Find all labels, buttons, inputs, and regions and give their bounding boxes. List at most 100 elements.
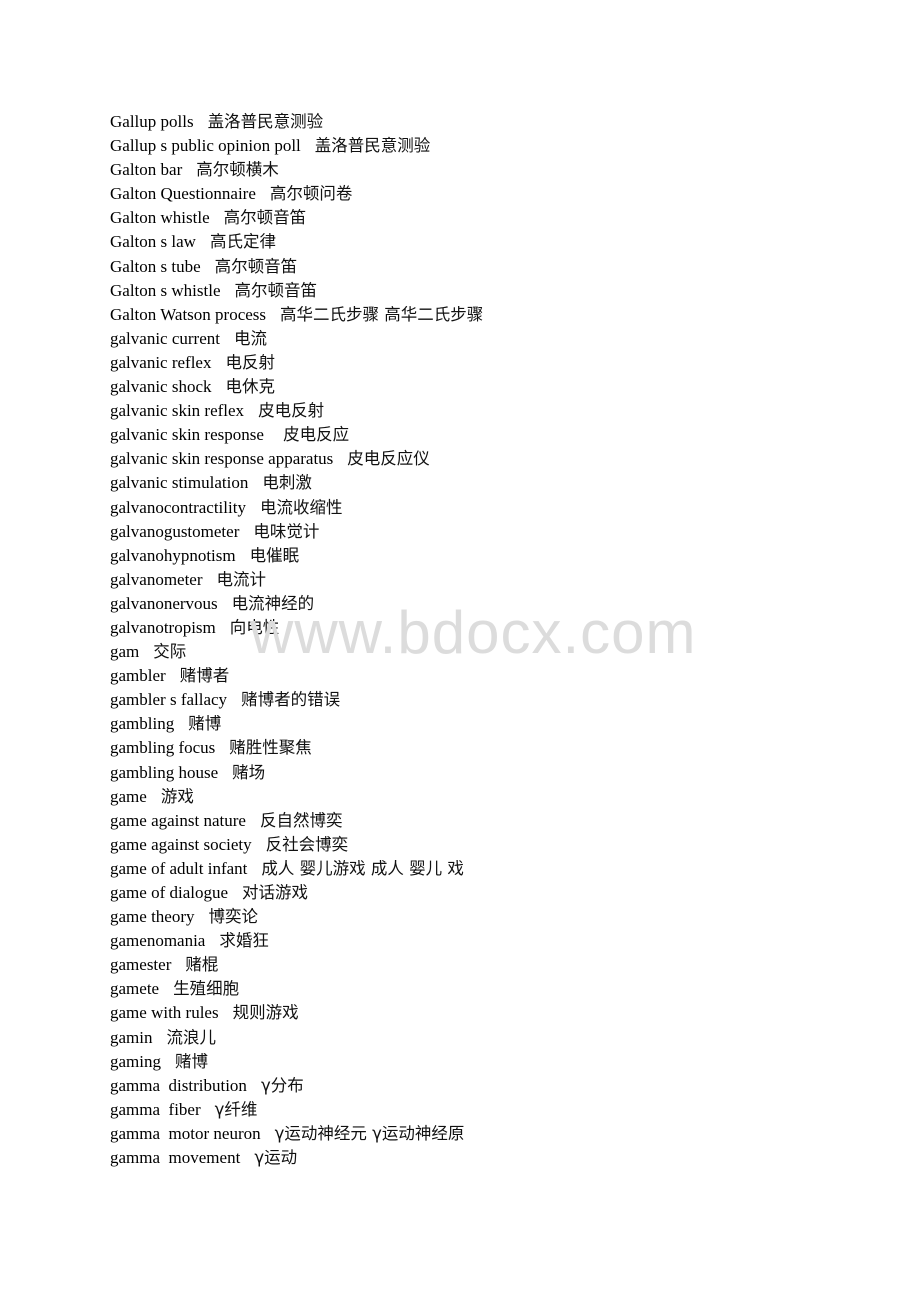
entry-translation: 赌博者的错误	[241, 690, 341, 710]
document-page: Gallup polls 盖洛普民意测验 Gallup s public opini…	[0, 0, 920, 1302]
entry-translation: 高华二氏步骤 高华二氏步骤	[280, 304, 484, 324]
entry-translation: 电刺激	[262, 473, 312, 493]
glossary-entry: galvanometer 电流计	[110, 568, 483, 592]
glossary-entry: game with rules 规则游戏	[110, 1001, 483, 1025]
glossary-entry: gamete 生殖细胞	[110, 977, 483, 1001]
entry-translation: 高尔顿横木	[196, 160, 279, 180]
entry-term: galvanohypnotism	[110, 545, 236, 565]
entry-translation: 向电性	[229, 617, 280, 637]
glossary-entry: game against nature 反自然博奕	[110, 809, 483, 833]
entry-translation: 高尔顿音笛	[214, 256, 298, 276]
entry-term: galvanometer	[110, 569, 203, 589]
entry-translation: 皮电反射	[258, 401, 325, 421]
entry-term: Galton whistle	[110, 208, 210, 228]
entry-translation: 电休克	[225, 377, 276, 397]
glossary-list: Gallup polls 盖洛普民意测验 Gallup s public opini…	[110, 110, 483, 1170]
glossary-entry: game 游戏	[110, 785, 483, 809]
glossary-entry: galvanic skin response 皮电反应	[110, 423, 483, 447]
entry-term: Galton bar	[110, 160, 183, 180]
entry-term: galvanic skin response	[110, 425, 264, 445]
entry-translation: 电流	[233, 328, 267, 348]
entry-translation: 求婚狂	[219, 931, 269, 951]
glossary-entry: galvanocontractility 电流收缩性	[110, 496, 483, 520]
entry-term: Galton Watson process	[110, 304, 267, 324]
entry-translation: 电流收缩性	[259, 497, 343, 517]
glossary-entry: gamenomania 求婚狂	[110, 929, 483, 953]
entry-translation: 生殖细胞	[173, 979, 240, 999]
entry-translation: 高尔顿音笛	[234, 280, 318, 300]
glossary-entry: Galton s whistle 高尔顿音笛	[110, 279, 483, 303]
glossary-entry: game theory 博奕论	[110, 905, 483, 929]
glossary-entry: galvanonervous 电流神经的	[110, 592, 483, 616]
entry-term: gambler s fallacy	[110, 690, 228, 710]
glossary-entry: Galton s tube 高尔顿音笛	[110, 255, 483, 279]
entry-translation: 博奕论	[208, 907, 259, 927]
entry-translation: 赌博	[188, 714, 222, 734]
glossary-entry: gamin 流浪儿	[110, 1026, 483, 1050]
glossary-entry: galvanic reflex 电反射	[110, 351, 483, 375]
glossary-entry: gambling house 赌场	[110, 761, 483, 785]
entry-translation: 电反射	[225, 352, 275, 372]
entry-term: gambling house	[110, 762, 219, 782]
entry-term: gamete	[110, 979, 160, 999]
entry-term: galvanic skin response apparatus	[110, 449, 334, 469]
entry-term: Gallup polls	[110, 112, 194, 131]
glossary-entry: Galton Questionnaire 高尔顿问卷	[110, 182, 483, 206]
entry-term: gamma motor neuron	[110, 1123, 261, 1143]
entry-term: Galton Questionnaire	[110, 184, 256, 204]
entry-term: galvanonervous	[110, 593, 218, 613]
entry-term: game against nature	[110, 810, 246, 830]
entry-term: Gallup s public opinion poll	[110, 136, 301, 156]
glossary-entry: galvanotropism 向电性	[110, 616, 483, 640]
entry-term: gamenomania	[110, 931, 206, 951]
glossary-entry: gamma movement γ运动	[110, 1146, 483, 1170]
entry-term: game of dialogue	[110, 883, 229, 902]
glossary-entry: Galton whistle 高尔顿音笛	[110, 206, 483, 230]
entry-translation: 盖洛普民意测验	[207, 112, 324, 131]
entry-term: galvanic current	[110, 328, 220, 348]
entry-term: gamma distribution	[110, 1075, 247, 1095]
glossary-entry: gaming 赌博	[110, 1050, 483, 1074]
glossary-entry: game of dialogue 对话游戏	[110, 881, 483, 905]
entry-translation: 规则游戏	[232, 1003, 299, 1023]
glossary-entry: gambler s fallacy 赌博者的错误	[110, 688, 483, 712]
entry-translation: 电流神经的	[231, 593, 315, 613]
entry-translation: 反自然博奕	[259, 810, 343, 830]
glossary-entry: gamma fiber γ纤维	[110, 1098, 483, 1122]
entry-translation: γ分布	[260, 1075, 304, 1095]
glossary-entry: game of adult infant 成人 婴儿游戏 成人 婴儿 戏	[110, 857, 483, 881]
entry-translation: 赌胜性聚焦	[229, 738, 312, 758]
glossary-entry: galvanic current 电流	[110, 327, 483, 351]
entry-translation: 赌博者	[179, 666, 230, 686]
glossary-entry: galvanic skin response apparatus 皮电反应仪	[110, 447, 483, 471]
glossary-entry: game against society 反社会博奕	[110, 833, 483, 857]
entry-translation: 游戏	[160, 786, 194, 806]
entry-translation: 电催眠	[249, 545, 300, 565]
entry-translation: 皮电反应仪	[347, 449, 430, 469]
entry-term: Galton s whistle	[110, 280, 221, 300]
glossary-entry: gambling 赌博	[110, 712, 483, 736]
glossary-entry: gam 交际	[110, 640, 483, 664]
glossary-entry: Galton bar 高尔顿横木	[110, 158, 483, 182]
entry-term: game theory	[110, 907, 195, 927]
entry-translation: 交际	[153, 642, 187, 662]
entry-term: Galton s tube	[110, 256, 201, 276]
entry-term: gambling	[110, 714, 175, 734]
entry-term: gamester	[110, 955, 172, 975]
entry-translation: 赌棍	[185, 955, 219, 975]
entry-term: galvanic shock	[110, 377, 212, 397]
entry-term: game	[110, 786, 147, 806]
glossary-entry: Gallup polls 盖洛普民意测验	[110, 110, 483, 134]
glossary-entry: gambling focus 赌胜性聚焦	[110, 736, 483, 760]
glossary-entry: Gallup s public opinion poll 盖洛普民意测验	[110, 134, 483, 158]
entry-term: galvanic stimulation	[110, 473, 249, 493]
entry-term: gamma fiber	[110, 1099, 201, 1119]
entry-term: game against society	[110, 834, 252, 854]
entry-translation: 电味觉计	[253, 521, 320, 541]
entry-translation: 赌场	[232, 762, 266, 782]
glossary-entry: gamester 赌棍	[110, 953, 483, 977]
entry-term: gaming	[110, 1051, 161, 1071]
entry-translation: 高尔顿音笛	[223, 208, 307, 228]
entry-term: gamma movement	[110, 1148, 241, 1168]
entry-term: galvanic reflex	[110, 352, 212, 372]
